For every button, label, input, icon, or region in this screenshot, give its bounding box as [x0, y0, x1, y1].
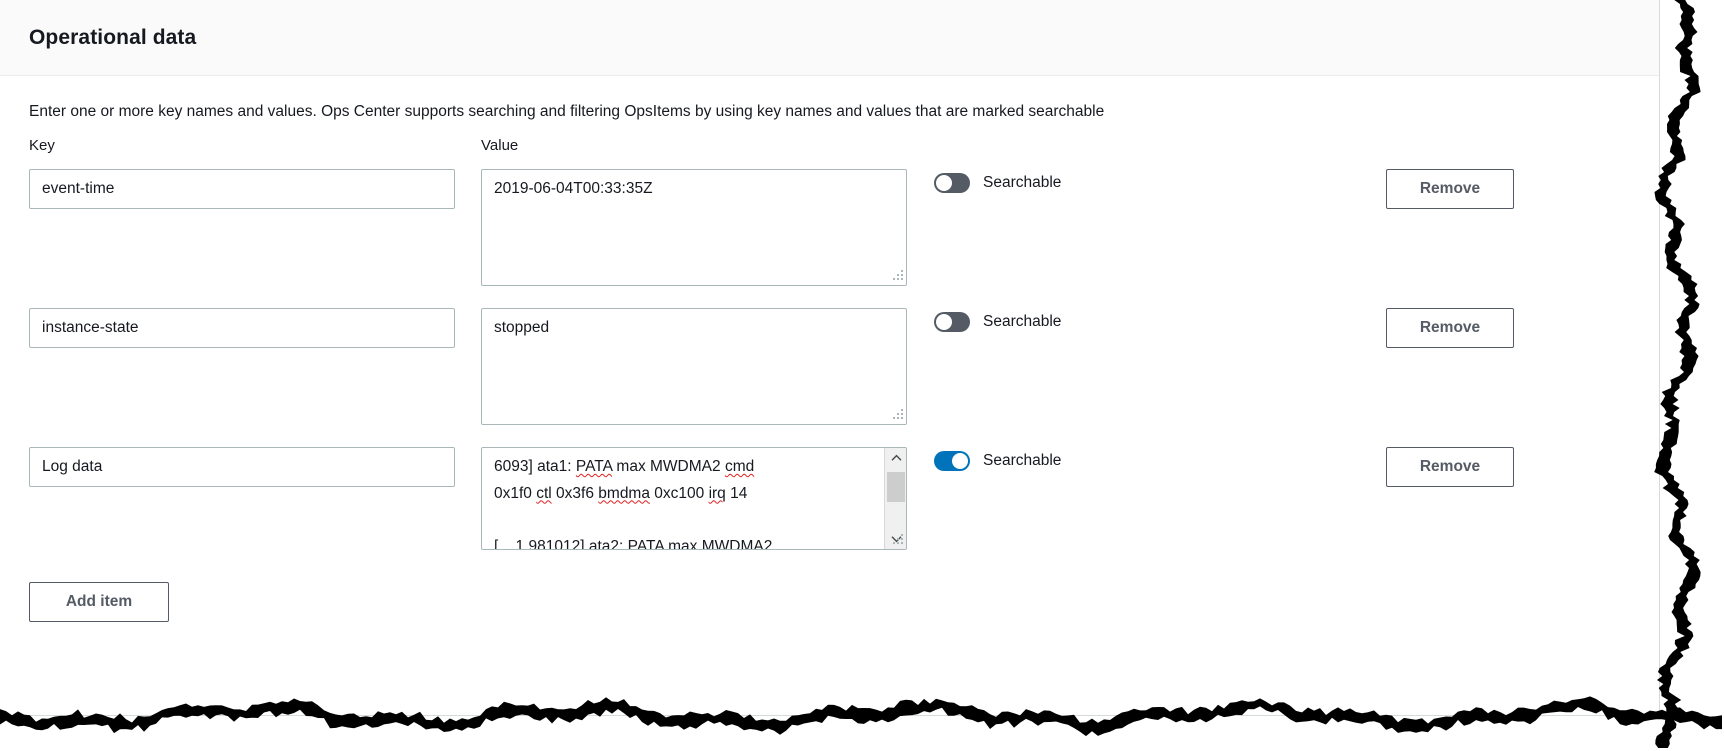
searchable-toggle[interactable]: [934, 451, 970, 471]
panel-header: Operational data: [0, 0, 1659, 76]
column-header-value: Value: [481, 137, 518, 154]
value-field-wrapper: 2019-06-04T00:33:35Z: [481, 169, 907, 286]
log-value-textarea[interactable]: 6093] ata1: PATA max MWDMA2 cmd0x1f0 ctl…: [481, 447, 907, 550]
chevron-down-icon[interactable]: [885, 529, 907, 549]
searchable-toggle[interactable]: [934, 173, 970, 193]
remove-button[interactable]: Remove: [1386, 447, 1514, 487]
searchable-toggle-group: Searchable: [934, 312, 1061, 332]
panel-description: Enter one or more key names and values. …: [29, 102, 1630, 123]
operational-data-rows: 2019-06-04T00:33:35Z Searchable Remove: [29, 161, 1630, 578]
page-title: Operational data: [29, 26, 196, 50]
toggle-knob: [952, 453, 968, 469]
toggle-knob: [936, 175, 952, 191]
operational-data-panel: Operational data Enter one or more key n…: [0, 0, 1660, 716]
key-input[interactable]: [29, 169, 455, 209]
vertical-scrollbar[interactable]: [884, 448, 906, 549]
chevron-up-icon[interactable]: [885, 448, 907, 468]
table-row: 2019-06-04T00:33:35Z Searchable Remove: [29, 161, 1630, 300]
searchable-label: Searchable: [983, 174, 1061, 192]
searchable-toggle[interactable]: [934, 312, 970, 332]
log-value-text: 6093] ata1: PATA max MWDMA2 cmd0x1f0 ctl…: [482, 448, 875, 550]
screenshot-root: Operational data Enter one or more key n…: [0, 0, 1724, 751]
key-input[interactable]: [29, 447, 455, 487]
table-row: 6093] ata1: PATA max MWDMA2 cmd0x1f0 ctl…: [29, 439, 1630, 578]
panel-body: Enter one or more key names and values. …: [0, 76, 1659, 622]
column-headers: Key Value: [29, 137, 1630, 161]
remove-button[interactable]: Remove: [1386, 169, 1514, 209]
toggle-knob: [936, 314, 952, 330]
searchable-label: Searchable: [983, 313, 1061, 331]
table-row: stopped Searchable Remove: [29, 300, 1630, 439]
value-textarea[interactable]: stopped: [481, 308, 907, 425]
add-item-button[interactable]: Add item: [29, 582, 169, 622]
searchable-toggle-group: Searchable: [934, 451, 1061, 471]
scrollbar-thumb[interactable]: [887, 472, 905, 502]
column-header-key: Key: [29, 137, 55, 154]
value-field-wrapper: stopped: [481, 308, 907, 425]
key-input[interactable]: [29, 308, 455, 348]
searchable-label: Searchable: [983, 452, 1061, 470]
searchable-toggle-group: Searchable: [934, 173, 1061, 193]
remove-button[interactable]: Remove: [1386, 308, 1514, 348]
value-textarea[interactable]: 2019-06-04T00:33:35Z: [481, 169, 907, 286]
value-field-wrapper: 6093] ata1: PATA max MWDMA2 cmd0x1f0 ctl…: [481, 447, 907, 550]
